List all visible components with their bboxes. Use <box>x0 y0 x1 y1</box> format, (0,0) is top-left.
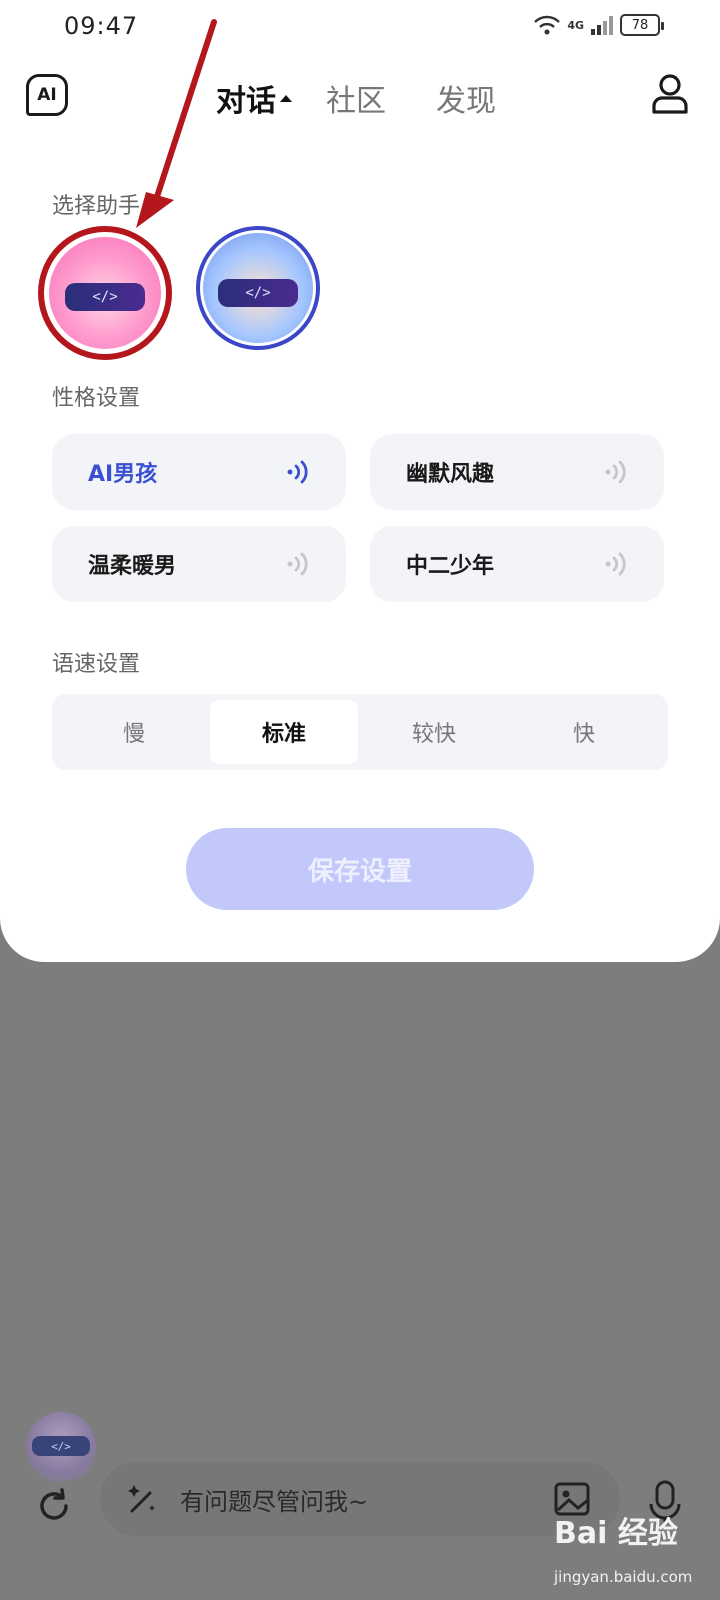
watermark-logo-text: Bai 经验 <box>554 1516 678 1551</box>
chat-input[interactable]: 有问题尽管问我~ <box>100 1462 620 1536</box>
settings-sheet: 09:47 4G 78 AI 对话 社区 发现 选择助手 </> </> 性格设… <box>0 0 720 962</box>
speed-option-faster[interactable]: 较快 <box>360 700 508 764</box>
baidu-watermark: Bai 经验 jingyan.baidu.com <box>552 1500 720 1600</box>
blue-assistant-face: </> <box>203 233 313 343</box>
caret-up-icon <box>280 95 292 102</box>
visor-code-icon: </> <box>32 1436 90 1456</box>
assistant-section-label: 选择助手 <box>52 194 141 219</box>
sound-wave-icon[interactable] <box>602 550 630 578</box>
refresh-icon[interactable] <box>34 1486 74 1526</box>
sound-wave-icon[interactable] <box>284 550 312 578</box>
save-settings-button[interactable]: 保存设置 <box>186 828 534 910</box>
speed-option-fast[interactable]: 快 <box>510 700 658 764</box>
speed-option-slow[interactable]: 慢 <box>60 700 208 764</box>
assistant-avatar-blue[interactable]: </> <box>196 226 320 350</box>
user-profile-icon[interactable] <box>650 72 690 116</box>
personality-name: 幽默风趣 <box>406 462 495 487</box>
top-nav: AI 对话 社区 发现 <box>0 66 720 130</box>
personality-section-label: 性格设置 <box>52 386 141 411</box>
sound-wave-icon[interactable] <box>284 458 312 486</box>
magic-wand-icon[interactable] <box>122 1479 162 1519</box>
tab-chat[interactable]: 对话 <box>216 76 292 120</box>
mini-assistant-avatar[interactable]: </> <box>26 1412 96 1482</box>
personality-humorous[interactable]: 幽默风趣 <box>370 434 664 510</box>
tab-chat-label: 对话 <box>216 84 276 119</box>
status-time: 09:47 <box>64 12 139 40</box>
battery-icon: 78 <box>620 14 664 36</box>
chat-input-placeholder: 有问题尽管问我~ <box>180 1487 369 1516</box>
speed-option-standard[interactable]: 标准 <box>210 700 358 764</box>
personality-ai-boy[interactable]: AI男孩 <box>52 434 346 510</box>
personality-gentle[interactable]: 温柔暖男 <box>52 526 346 602</box>
sound-wave-icon[interactable] <box>602 458 630 486</box>
wifi-icon <box>534 15 561 35</box>
status-bar: 09:47 4G 78 <box>0 0 720 54</box>
personality-name: 中二少年 <box>406 554 495 579</box>
status-icons: 4G 78 <box>533 14 664 36</box>
visor-code-icon: </> <box>218 279 298 307</box>
tab-community[interactable]: 社区 <box>326 76 386 120</box>
visor-code-icon: </> <box>65 283 145 311</box>
personality-name: AI男孩 <box>88 462 158 487</box>
network-type: 4G <box>567 18 584 32</box>
personality-chuuni[interactable]: 中二少年 <box>370 526 664 602</box>
watermark-url: jingyan.baidu.com <box>554 1568 693 1586</box>
assistant-avatar-pink[interactable]: </> <box>38 226 172 360</box>
personality-name: 温柔暖男 <box>88 554 177 579</box>
signal-icon <box>591 16 613 35</box>
speed-selector: 慢 标准 较快 快 <box>52 694 668 770</box>
ai-logo-button[interactable]: AI <box>26 74 68 116</box>
speed-section-label: 语速设置 <box>52 652 141 677</box>
tab-discover[interactable]: 发现 <box>436 76 496 120</box>
pink-assistant-face: </> <box>49 237 161 349</box>
